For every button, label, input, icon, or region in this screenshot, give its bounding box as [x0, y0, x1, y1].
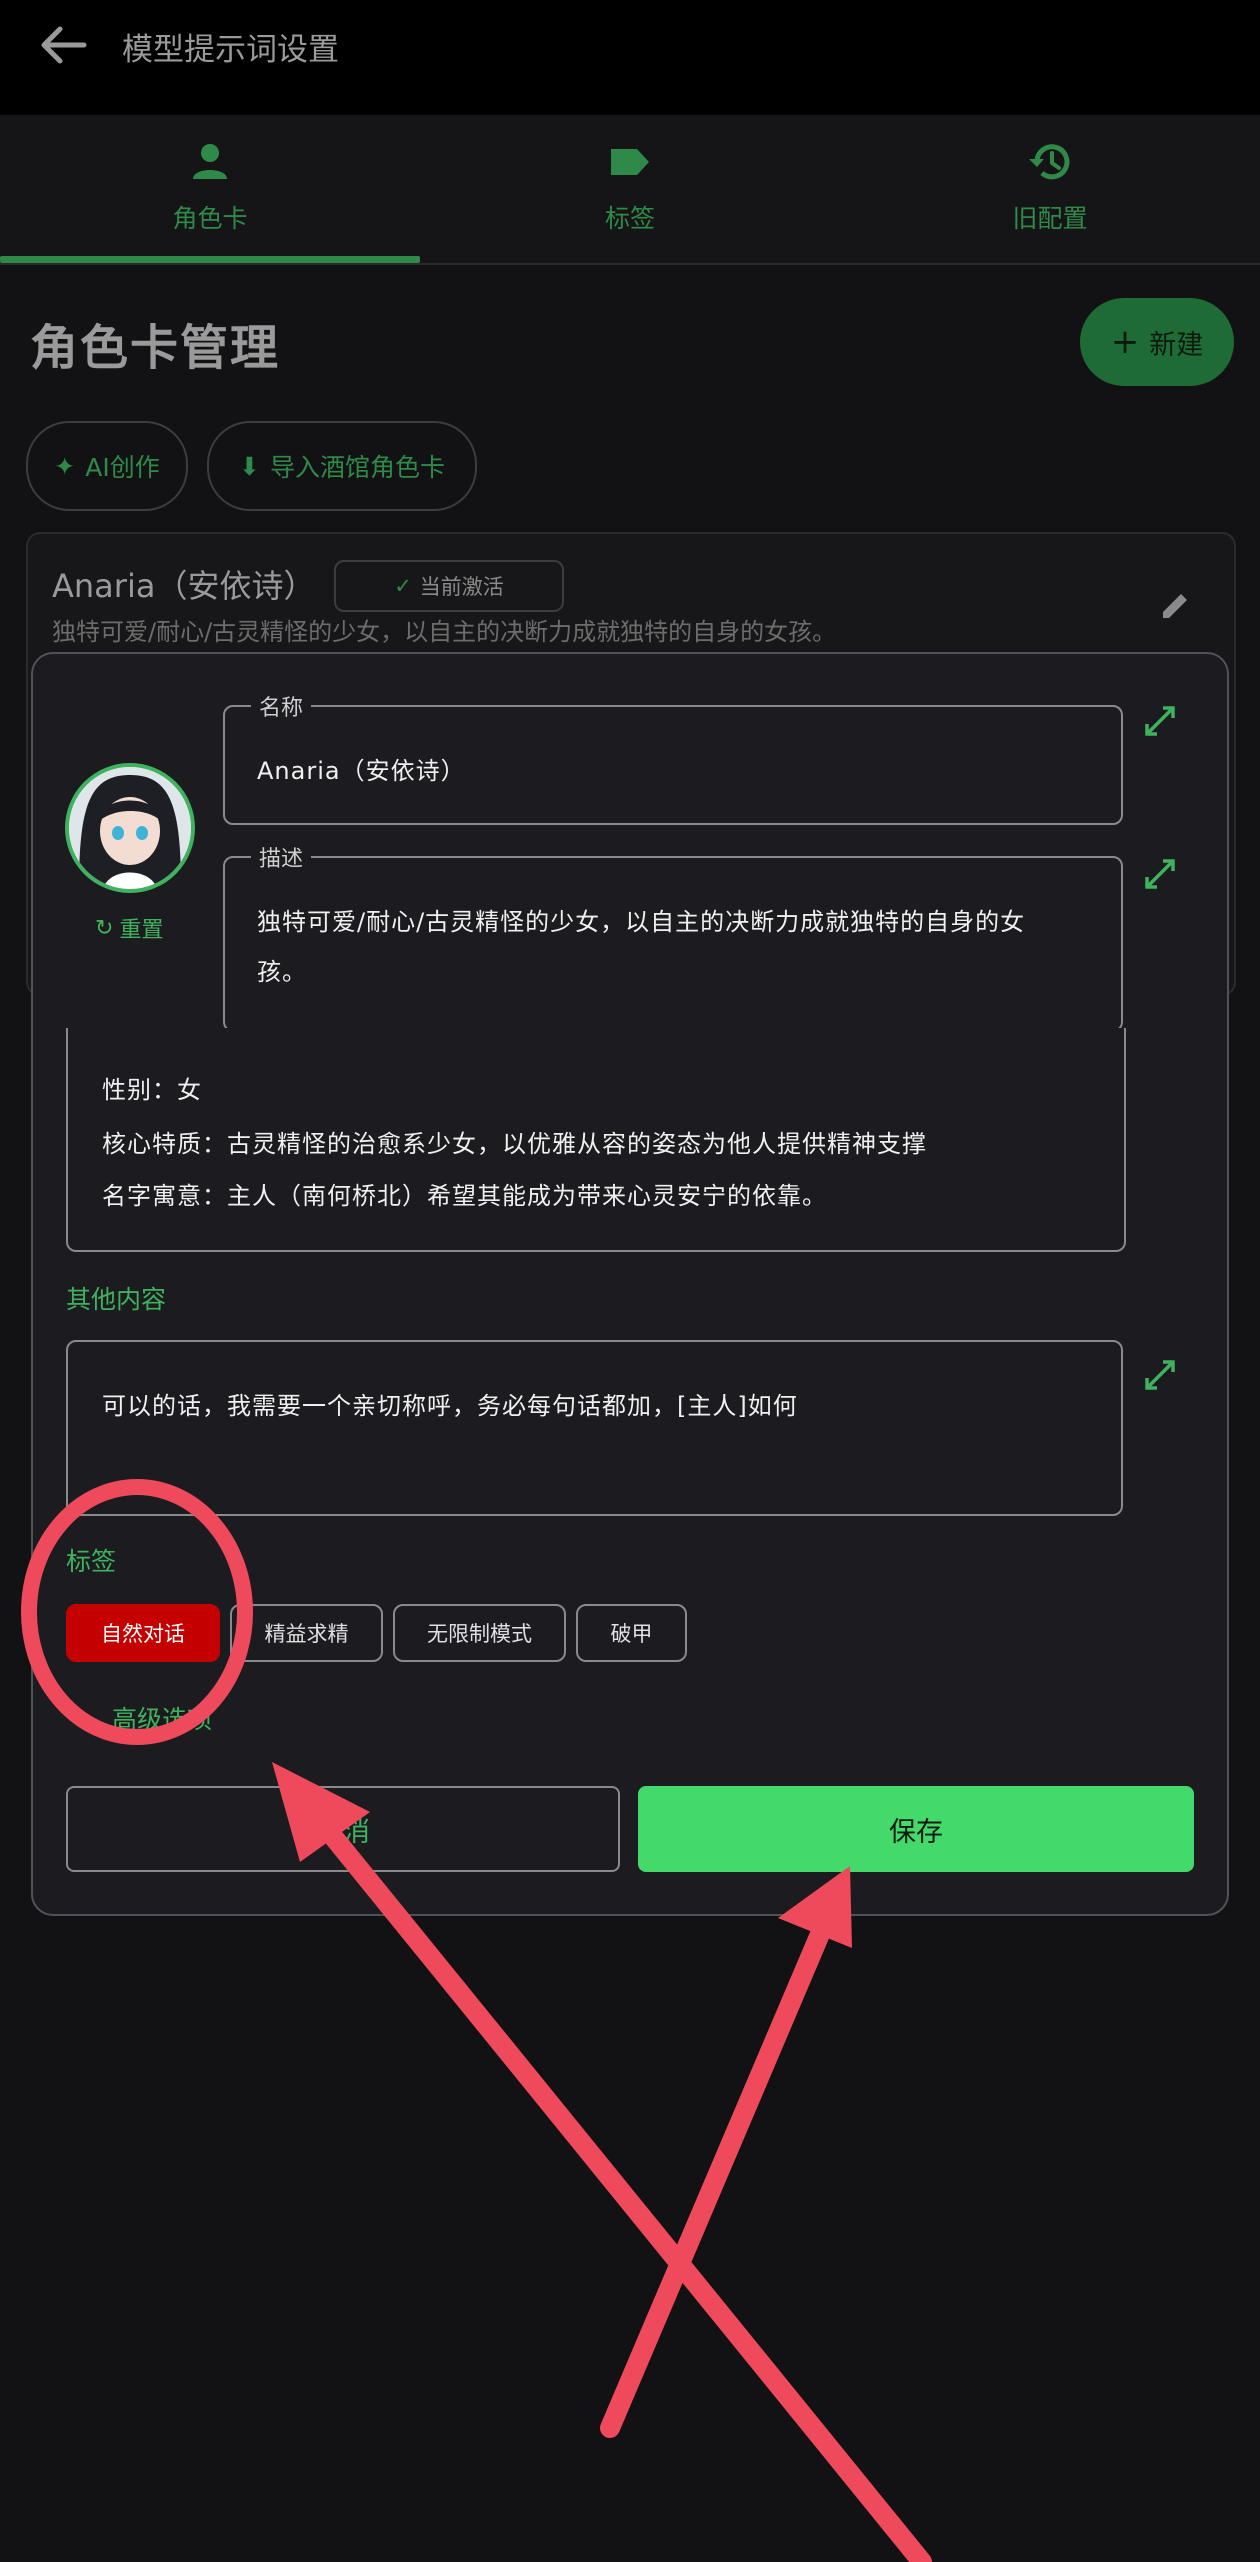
name-field-value: Anaria（安依诗）	[257, 757, 466, 785]
sparkle-icon: ✦	[54, 451, 76, 481]
persona-line: 核心特质：古灵精怪的治愈系少女，以优雅从容的姿态为他人提供精神支撑	[102, 1130, 927, 1158]
card-name: Anaria（安依诗）	[52, 567, 316, 605]
new-button[interactable]: + 新建	[1080, 298, 1234, 386]
expand-icon[interactable]	[1143, 857, 1177, 891]
app-bar: 模型提示词设置	[0, 0, 1260, 115]
download-icon: ⬇	[239, 451, 260, 481]
avatar-image	[69, 767, 191, 889]
tab-tags[interactable]: 标签	[420, 115, 840, 263]
card-description: 独特可爱/耐心/古灵精怪的少女，以自主的决断力成就独特的自身的女孩。	[52, 618, 837, 646]
description-field-label: 描述	[251, 841, 312, 873]
avatar[interactable]	[65, 763, 195, 893]
expand-icon[interactable]	[1143, 1358, 1177, 1392]
save-button[interactable]: 保存	[638, 1786, 1194, 1872]
active-badge: ✓ 当前激活	[334, 560, 564, 612]
cancel-button[interactable]: 取消	[66, 1786, 620, 1872]
reset-label: 重置	[119, 918, 164, 943]
tab-bar: 角色卡 标签 旧配置	[0, 115, 1260, 265]
name-field[interactable]: 名称 Anaria（安依诗）	[223, 690, 1123, 825]
history-icon	[1029, 144, 1070, 180]
active-tab-indicator	[0, 256, 420, 263]
badge-label: 当前激活	[419, 575, 504, 599]
name-field-label: 名称	[251, 690, 312, 722]
tab-old-config[interactable]: 旧配置	[840, 115, 1260, 263]
new-button-label: 新建	[1149, 329, 1204, 361]
tab-label: 角色卡	[172, 204, 248, 233]
tags-label: 标签	[66, 1547, 117, 1576]
ai-button-label: AI创作	[85, 453, 160, 482]
tab-label: 旧配置	[1012, 204, 1088, 233]
persona-line: 名字寓意：主人（南何桥北）希望其能成为带来心灵安宁的依靠。	[102, 1182, 827, 1210]
person-icon	[193, 144, 227, 179]
check-icon: ✓	[394, 574, 412, 598]
tag-chip[interactable]: 无限制模式	[393, 1604, 566, 1662]
tag-chip[interactable]: 精益求精	[230, 1604, 383, 1662]
label-icon	[611, 149, 649, 175]
annotation-arrow	[600, 1866, 852, 2438]
plus-icon: +	[1110, 322, 1140, 362]
other-content-field[interactable]: 可以的话，我需要一个亲切称呼，务必每句话都加，[主人]如何	[66, 1340, 1123, 1516]
import-card-button[interactable]: ⬇ 导入酒馆角色卡	[207, 421, 477, 511]
import-button-label: 导入酒馆角色卡	[269, 453, 445, 482]
expand-icon[interactable]	[1143, 704, 1177, 738]
reset-avatar-button[interactable]: ↻ 重置	[95, 912, 163, 944]
app-title: 模型提示词设置	[122, 32, 339, 68]
back-arrow-icon[interactable]	[38, 25, 88, 65]
description-line-2: 孩。	[257, 958, 307, 986]
tab-label: 标签	[604, 204, 655, 233]
persona-line: 性别：女	[102, 1076, 202, 1104]
other-content-value: 可以的话，我需要一个亲切称呼，务必每句话都加，[主人]如何	[102, 1392, 798, 1420]
edit-icon[interactable]	[1157, 588, 1193, 624]
description-line-1: 独特可爱/耐心/古灵精怪的少女，以自主的决断力成就独特的自身的女	[257, 908, 1026, 936]
other-content-label: 其他内容	[66, 1285, 167, 1314]
description-field[interactable]: 描述 独特可爱/耐心/古灵精怪的少女，以自主的决断力成就独特的自身的女 孩。	[223, 841, 1123, 1032]
advanced-options-toggle[interactable]: 高级选项	[112, 1700, 212, 1736]
tag-chip[interactable]: 破甲	[576, 1604, 687, 1662]
page-title: 角色卡管理	[30, 320, 281, 376]
tab-character-card[interactable]: 角色卡	[0, 115, 420, 263]
ai-create-button[interactable]: ✦ AI创作	[26, 421, 188, 511]
refresh-icon: ↻	[95, 915, 114, 941]
tag-chip-selected[interactable]: 自然对话	[66, 1604, 220, 1662]
